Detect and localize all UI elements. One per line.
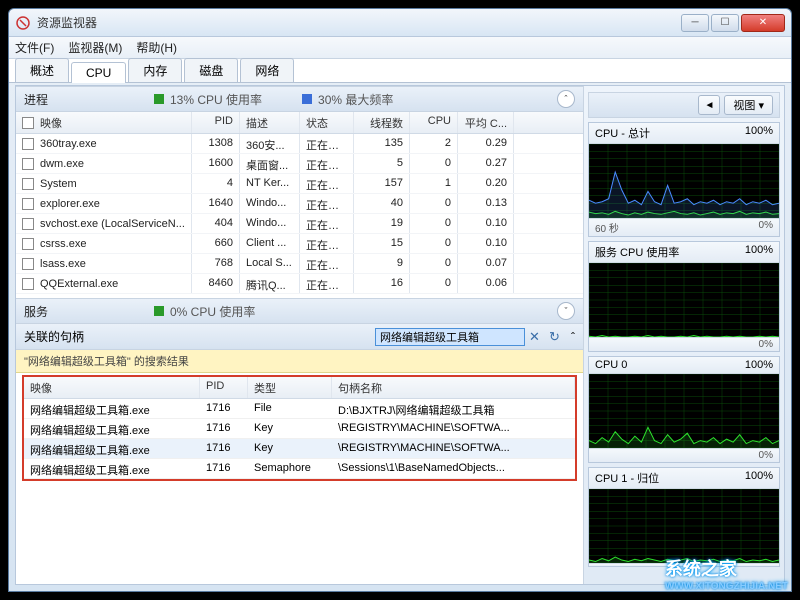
col-pid[interactable]: PID: [192, 112, 240, 133]
table-row[interactable]: explorer.exe1640Windo...正在运行4000.13: [16, 194, 583, 214]
menu-help[interactable]: 帮助(H): [136, 39, 177, 56]
chart-footer-right: 0%: [759, 339, 773, 350]
row-checkbox[interactable]: [22, 258, 34, 270]
chart-canvas: [589, 144, 779, 218]
col-avg[interactable]: 平均 C...: [458, 112, 514, 133]
col-status[interactable]: 状态: [300, 112, 354, 133]
clear-search-button[interactable]: ✕: [529, 329, 545, 345]
hcol-image[interactable]: 映像: [24, 377, 200, 398]
tab-overview[interactable]: 概述: [15, 58, 69, 82]
handles-label: 关联的句柄: [24, 328, 84, 345]
chart-max: 100%: [745, 244, 773, 260]
table-row[interactable]: 网络编辑超级工具箱.exe1716Key\REGISTRY\MACHINE\SO…: [24, 439, 575, 459]
charts-panel: ◄ 视图 ▾ CPU - 总计 100% 60 秒 0% 服务 CPU 使用率 100% 0…: [584, 86, 784, 584]
tabs: 概述 CPU 内存 磁盘 网络: [9, 59, 791, 83]
row-checkbox[interactable]: [22, 158, 34, 170]
max-freq-metric: 30% 最大频率: [318, 91, 393, 108]
close-button[interactable]: ✕: [741, 14, 785, 32]
hcol-pid[interactable]: PID: [200, 377, 248, 398]
tab-memory[interactable]: 内存: [128, 58, 182, 82]
chart-title: CPU 0: [595, 359, 627, 371]
processes-columns: 映像 PID 描述 状态 线程数 CPU 平均 C...: [16, 112, 583, 134]
svc-usage-metric: 0% CPU 使用率: [170, 303, 255, 320]
tab-network[interactable]: 网络: [240, 58, 294, 82]
handles-header: 关联的句柄 ✕ ↻ ˆ: [16, 324, 583, 350]
chart-footer-left: 60 秒: [595, 220, 619, 235]
freq-indicator-icon: [302, 94, 312, 104]
table-row[interactable]: 360tray.exe1308360安...正在运行13520.29: [16, 134, 583, 154]
window-title: 资源监视器: [37, 14, 681, 31]
menu-file[interactable]: 文件(F): [15, 39, 54, 56]
table-row[interactable]: csrss.exe660Client ...正在运行1500.10: [16, 234, 583, 254]
search-results-banner: "网络编辑超级工具箱" 的搜索结果: [16, 350, 583, 373]
table-row[interactable]: 网络编辑超级工具箱.exe1716FileD:\BJXTRJ\网络编辑超级工具箱: [24, 399, 575, 419]
maximize-button[interactable]: ☐: [711, 14, 739, 32]
col-cpu[interactable]: CPU: [410, 112, 458, 133]
chart-title: 服务 CPU 使用率: [595, 244, 679, 260]
svc-indicator-icon: [154, 306, 164, 316]
charts-toolbar: ◄ 视图 ▾: [588, 92, 780, 118]
main-window: 资源监视器 ─ ☐ ✕ 文件(F) 监视器(M) 帮助(H) 概述 CPU 内存…: [8, 8, 792, 592]
row-checkbox[interactable]: [22, 238, 34, 250]
chart-canvas: [589, 374, 779, 448]
hcol-type[interactable]: 类型: [248, 377, 332, 398]
handles-table[interactable]: 网络编辑超级工具箱.exe1716FileD:\BJXTRJ\网络编辑超级工具箱…: [24, 399, 575, 479]
row-checkbox[interactable]: [22, 178, 34, 190]
processes-table[interactable]: 360tray.exe1308360安...正在运行13520.29dwm.ex…: [16, 134, 583, 298]
hcol-name[interactable]: 句柄名称: [332, 377, 575, 398]
col-image[interactable]: 映像: [40, 115, 62, 131]
processes-label: 进程: [24, 91, 154, 108]
row-checkbox[interactable]: [22, 138, 34, 150]
chart-title: CPU 1 - 归位: [595, 470, 659, 486]
row-checkbox[interactable]: [22, 198, 34, 210]
processes-header[interactable]: 进程 13% CPU 使用率 30% 最大频率 ˆ: [16, 86, 583, 112]
table-row[interactable]: svchost.exe (LocalServiceN...404Windo...…: [16, 214, 583, 234]
menubar: 文件(F) 监视器(M) 帮助(H): [9, 37, 791, 59]
table-row[interactable]: 网络编辑超级工具箱.exe1716Key\REGISTRY\MACHINE\SO…: [24, 419, 575, 439]
collapse-processes-button[interactable]: ˆ: [557, 90, 575, 108]
chart-footer-right: 0%: [759, 450, 773, 461]
table-row[interactable]: QQExternal.exe8460腾讯Q...正在运行1600.06: [16, 274, 583, 294]
table-row[interactable]: System4NT Ker...正在运行15710.20: [16, 174, 583, 194]
minimize-button[interactable]: ─: [681, 14, 709, 32]
chart-max: 100%: [745, 359, 773, 371]
table-row[interactable]: 网络编辑超级工具箱.exe1716Semaphore\Sessions\1\Ba…: [24, 459, 575, 479]
chart-box: CPU 0 100% 0%: [588, 356, 780, 463]
view-button[interactable]: 视图 ▾: [724, 95, 773, 115]
app-icon: [15, 15, 31, 31]
row-checkbox[interactable]: [22, 278, 34, 290]
refresh-search-button[interactable]: ↻: [549, 329, 565, 345]
col-threads[interactable]: 线程数: [354, 112, 410, 133]
services-header[interactable]: 服务 0% CPU 使用率 ˇ: [16, 298, 583, 324]
handles-results-box: 映像 PID 类型 句柄名称 网络编辑超级工具箱.exe1716FileD:\B…: [22, 375, 577, 481]
cpu-indicator-icon: [154, 94, 164, 104]
table-row[interactable]: dwm.exe1600桌面窗...正在运行500.27: [16, 154, 583, 174]
chart-canvas: [589, 263, 779, 337]
tab-cpu[interactable]: CPU: [71, 62, 126, 83]
chart-max: 100%: [745, 470, 773, 486]
chart-box: 服务 CPU 使用率 100% 0%: [588, 241, 780, 352]
chart-canvas: [589, 489, 779, 563]
table-row[interactable]: lsass.exe768Local S...正在运行900.07: [16, 254, 583, 274]
chart-box: CPU 1 - 归位 100%: [588, 467, 780, 567]
chart-footer-right: 0%: [759, 220, 773, 235]
chart-prev-button[interactable]: ◄: [698, 95, 720, 115]
cpu-usage-metric: 13% CPU 使用率: [170, 91, 262, 108]
services-label: 服务: [24, 303, 154, 320]
handles-columns: 映像 PID 类型 句柄名称: [24, 377, 575, 399]
titlebar[interactable]: 资源监视器 ─ ☐ ✕: [9, 9, 791, 37]
select-all-checkbox[interactable]: [22, 117, 34, 129]
handles-search-input[interactable]: [375, 328, 525, 346]
chart-max: 100%: [745, 125, 773, 141]
chart-box: CPU - 总计 100% 60 秒 0%: [588, 122, 780, 237]
collapse-handles-button[interactable]: ˆ: [571, 330, 575, 344]
row-checkbox[interactable]: [22, 218, 34, 230]
tab-disk[interactable]: 磁盘: [184, 58, 238, 82]
chart-title: CPU - 总计: [595, 125, 650, 141]
menu-monitor[interactable]: 监视器(M): [68, 39, 122, 56]
expand-services-button[interactable]: ˇ: [557, 302, 575, 320]
col-desc[interactable]: 描述: [240, 112, 300, 133]
